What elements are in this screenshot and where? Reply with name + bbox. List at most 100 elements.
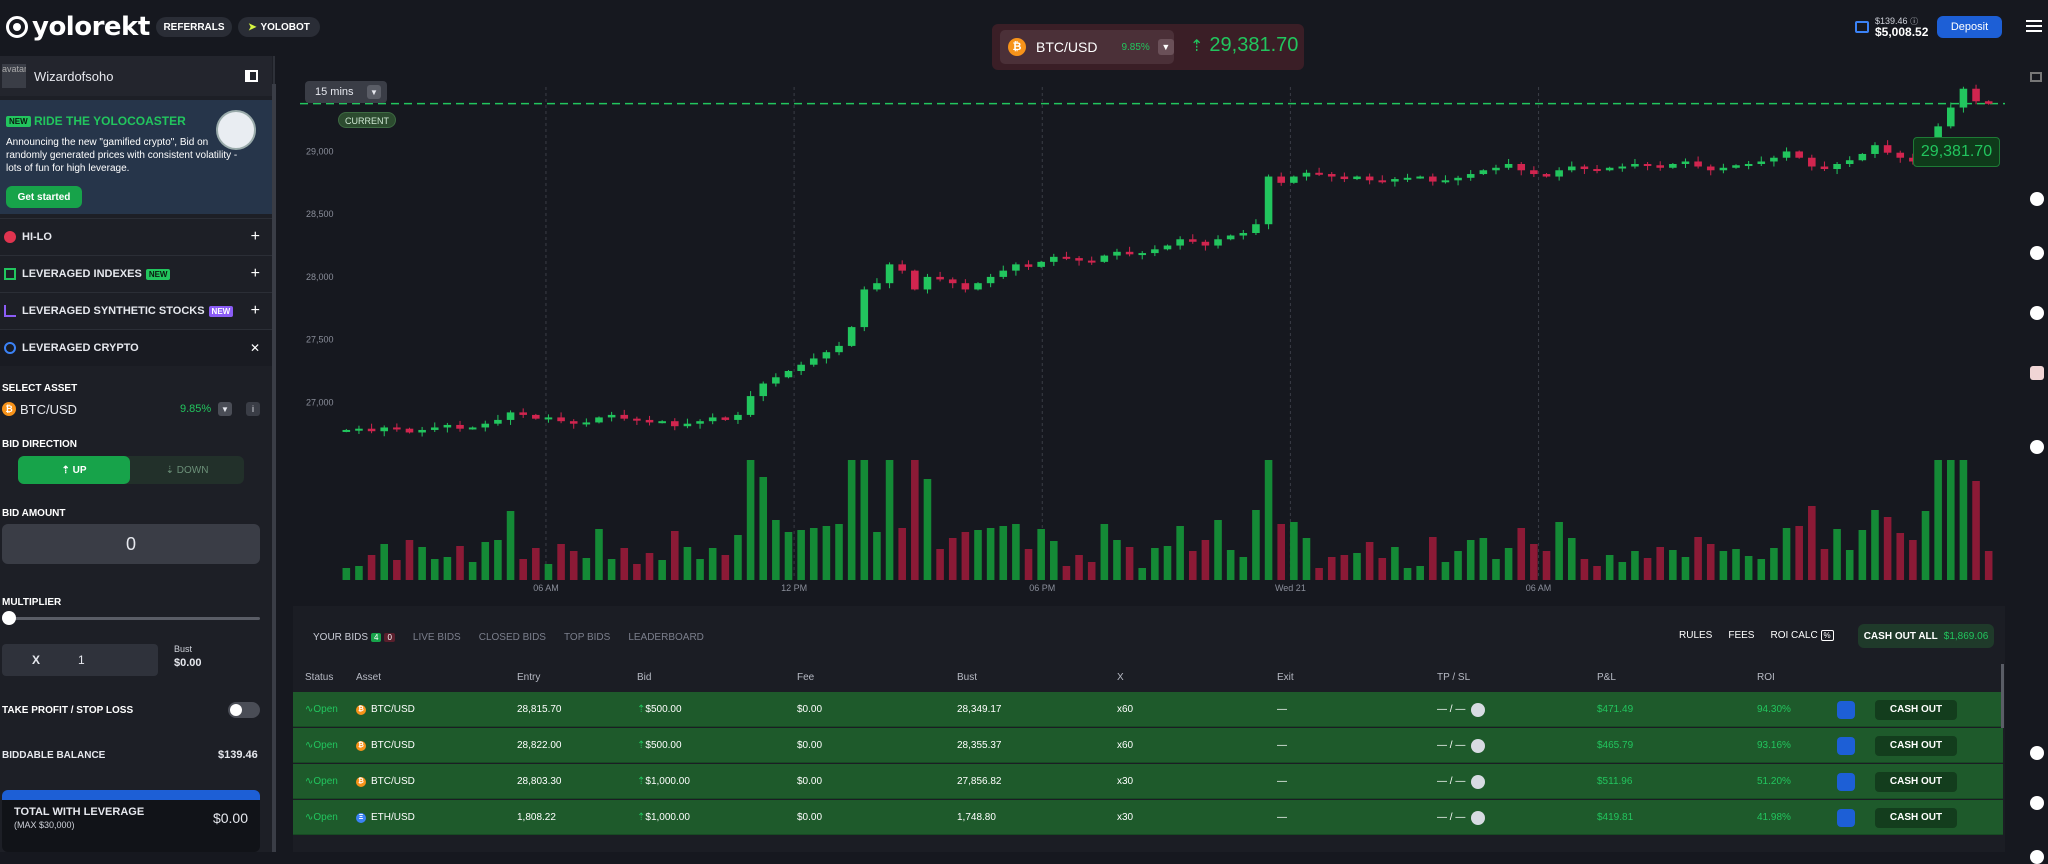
menu-leveraged-crypto[interactable]: LEVERAGED CRYPTO ✕ (0, 329, 272, 366)
volume-bar (986, 528, 995, 580)
up-button[interactable]: ⇡ UP (18, 456, 130, 484)
tab-live-bids[interactable]: LIVE BIDS (413, 632, 461, 643)
plus-icon[interactable]: + (251, 265, 260, 283)
table-row[interactable]: ∿ Open Ξ ETH/USD 1,808.22 ⇡ $1,000.00 $0.00 1,… (293, 800, 2003, 835)
candle-body (1845, 160, 1854, 164)
share-icon[interactable] (1837, 700, 1855, 719)
fees-link[interactable]: FEES (1728, 630, 1754, 641)
tab-closed-bids[interactable]: CLOSED BIDS (479, 632, 546, 643)
bitcoin-icon: ₿ (2, 402, 16, 416)
candle-body (772, 377, 780, 384)
chevron-down-icon[interactable]: ▼ (218, 402, 232, 416)
close-icon[interactable]: ✕ (250, 341, 260, 355)
menu-leveraged-indexes[interactable]: LEVERAGED INDEXES NEW + (0, 255, 272, 292)
candle-body (1631, 164, 1639, 167)
cell-bid: ⇡ $1,000.00 (637, 800, 690, 835)
info-icon[interactable]: i (246, 402, 260, 416)
menu-synthetic-stocks[interactable]: LEVERAGED SYNTHETIC STOCKS NEW + (0, 292, 272, 329)
total-leverage-box: TOTAL WITH LEVERAGE (MAX $30,000) $0.00 (2, 792, 260, 852)
closed-count-badge: 0 (384, 633, 395, 642)
promo-title-text: RIDE THE YOLOCOASTER (34, 114, 186, 128)
candle-body (1719, 167, 1728, 171)
multiplier-slider[interactable] (8, 617, 260, 620)
cell-asset-value: BTC/USD (371, 776, 415, 787)
volume-bar (1656, 547, 1664, 580)
select-asset-label: SELECT ASSET (2, 383, 78, 394)
tpsl-toggle[interactable] (228, 702, 260, 718)
y-tick-label: 27,500 (306, 335, 334, 345)
share-icon[interactable] (1837, 772, 1855, 791)
table-row[interactable]: ∿ Open ₿ BTC/USD 28,822.00 ⇡ $500.00 $0.00 28,… (293, 728, 2003, 763)
up-label: UP (72, 464, 87, 476)
asset-selector[interactable]: ₿ BTC/USD 9.85% ▼ i (2, 399, 266, 419)
arrow-up-icon: ⇡ (637, 776, 646, 787)
volume-bar (683, 547, 692, 580)
collapse-sidebar-icon[interactable] (245, 70, 258, 82)
cell-pnl: $471.49 (1597, 692, 1633, 727)
place-bid-button[interactable] (2, 790, 260, 800)
table-scrollbar[interactable] (2001, 664, 2004, 728)
share-cell (1837, 692, 1855, 727)
cell-roi-value: 41.98% (1757, 812, 1791, 823)
rules-link[interactable]: RULES (1679, 630, 1712, 641)
ticker-asset-selector[interactable]: ₿ BTC/USD 9.85% ▼ (1000, 30, 1174, 64)
cash-out-button[interactable]: CASH OUT (1875, 807, 1957, 828)
referrals-button[interactable]: REFERRALS (156, 17, 232, 37)
candle-body (1454, 177, 1462, 181)
price-chart[interactable]: 29,000 28,500 28,000 27,500 27,000 06 AM 12 PM… (290, 75, 2010, 595)
cell-entry-value: 28,822.00 (517, 740, 562, 751)
volume-bar (1732, 549, 1740, 580)
menu-icon[interactable] (2026, 20, 2042, 32)
cell-x: x30 (1117, 800, 1133, 835)
cash-out-button[interactable]: CASH OUT (1875, 771, 1957, 792)
column-header: TP / SL (1437, 672, 1471, 683)
cash-out-button[interactable]: CASH OUT (1875, 735, 1957, 756)
tab-top-bids[interactable]: TOP BIDS (564, 632, 610, 643)
deposit-button[interactable]: Deposit (1937, 16, 2002, 38)
logo[interactable]: yolorekt (6, 12, 150, 42)
candle-body (456, 424, 464, 429)
cell-tpsl: — / — (1437, 764, 1486, 799)
volume-bar (1643, 558, 1652, 580)
wallet[interactable]: $139.46 ⓘ $5,008.52 (1855, 16, 1928, 38)
get-started-button[interactable]: Get started (6, 186, 82, 208)
avatar (2030, 850, 2044, 864)
multiplier-input[interactable]: X 1 (2, 644, 158, 676)
sidebar-scrollbar[interactable] (272, 84, 276, 852)
multiplier-slider-handle[interactable] (2, 611, 16, 625)
interval-selector[interactable]: 15 mins ▼ (305, 81, 387, 103)
edit-icon[interactable] (1471, 774, 1486, 789)
yolobot-button[interactable]: ➤ YOLOBOT (238, 17, 320, 37)
edit-icon[interactable] (1471, 810, 1486, 825)
cash-out-all-button[interactable]: CASH OUT ALL $1,869.06 (1858, 624, 1994, 648)
volume-bar (456, 546, 464, 580)
share-cell (1837, 800, 1855, 835)
plus-icon[interactable]: + (251, 302, 260, 320)
plus-icon[interactable]: + (251, 228, 260, 246)
volume-bar (1618, 562, 1627, 580)
share-icon[interactable] (1837, 736, 1855, 755)
volume-bar (1580, 559, 1589, 580)
candle-body (885, 264, 894, 284)
edit-icon[interactable] (1471, 738, 1486, 753)
tab-your-bids[interactable]: YOUR BIDS 4 0 (313, 632, 395, 643)
x-tick-label: Wed 21 (1275, 583, 1306, 593)
volume-bar (1782, 528, 1791, 580)
cell-x: x60 (1117, 692, 1133, 727)
volume-bar (1416, 566, 1424, 580)
panel-icon[interactable] (2030, 72, 2042, 82)
cash-out-button[interactable]: CASH OUT (1875, 699, 1957, 720)
table-row[interactable]: ∿ Open ₿ BTC/USD 28,803.30 ⇡ $1,000.00 $0.00 2… (293, 764, 2003, 799)
candle-body (1896, 152, 1905, 158)
roi-calc-link[interactable]: ROI CALC % (1770, 630, 1834, 641)
menu-hi-lo[interactable]: HI-LO + (0, 218, 272, 255)
bid-amount-input[interactable]: 0 (2, 524, 260, 564)
tab-leaderboard[interactable]: LEADERBOARD (628, 632, 704, 643)
candle-body (1353, 176, 1361, 180)
edit-icon[interactable] (1471, 702, 1486, 717)
down-button[interactable]: ⇣ DOWN (130, 456, 244, 484)
share-icon[interactable] (1837, 808, 1855, 827)
table-row[interactable]: ∿ Open ₿ BTC/USD 28,815.70 ⇡ $500.00 $0.00 28,… (293, 692, 2003, 727)
cell-roi-value: 93.16% (1757, 740, 1791, 751)
chevron-down-icon[interactable]: ▼ (1157, 39, 1174, 55)
